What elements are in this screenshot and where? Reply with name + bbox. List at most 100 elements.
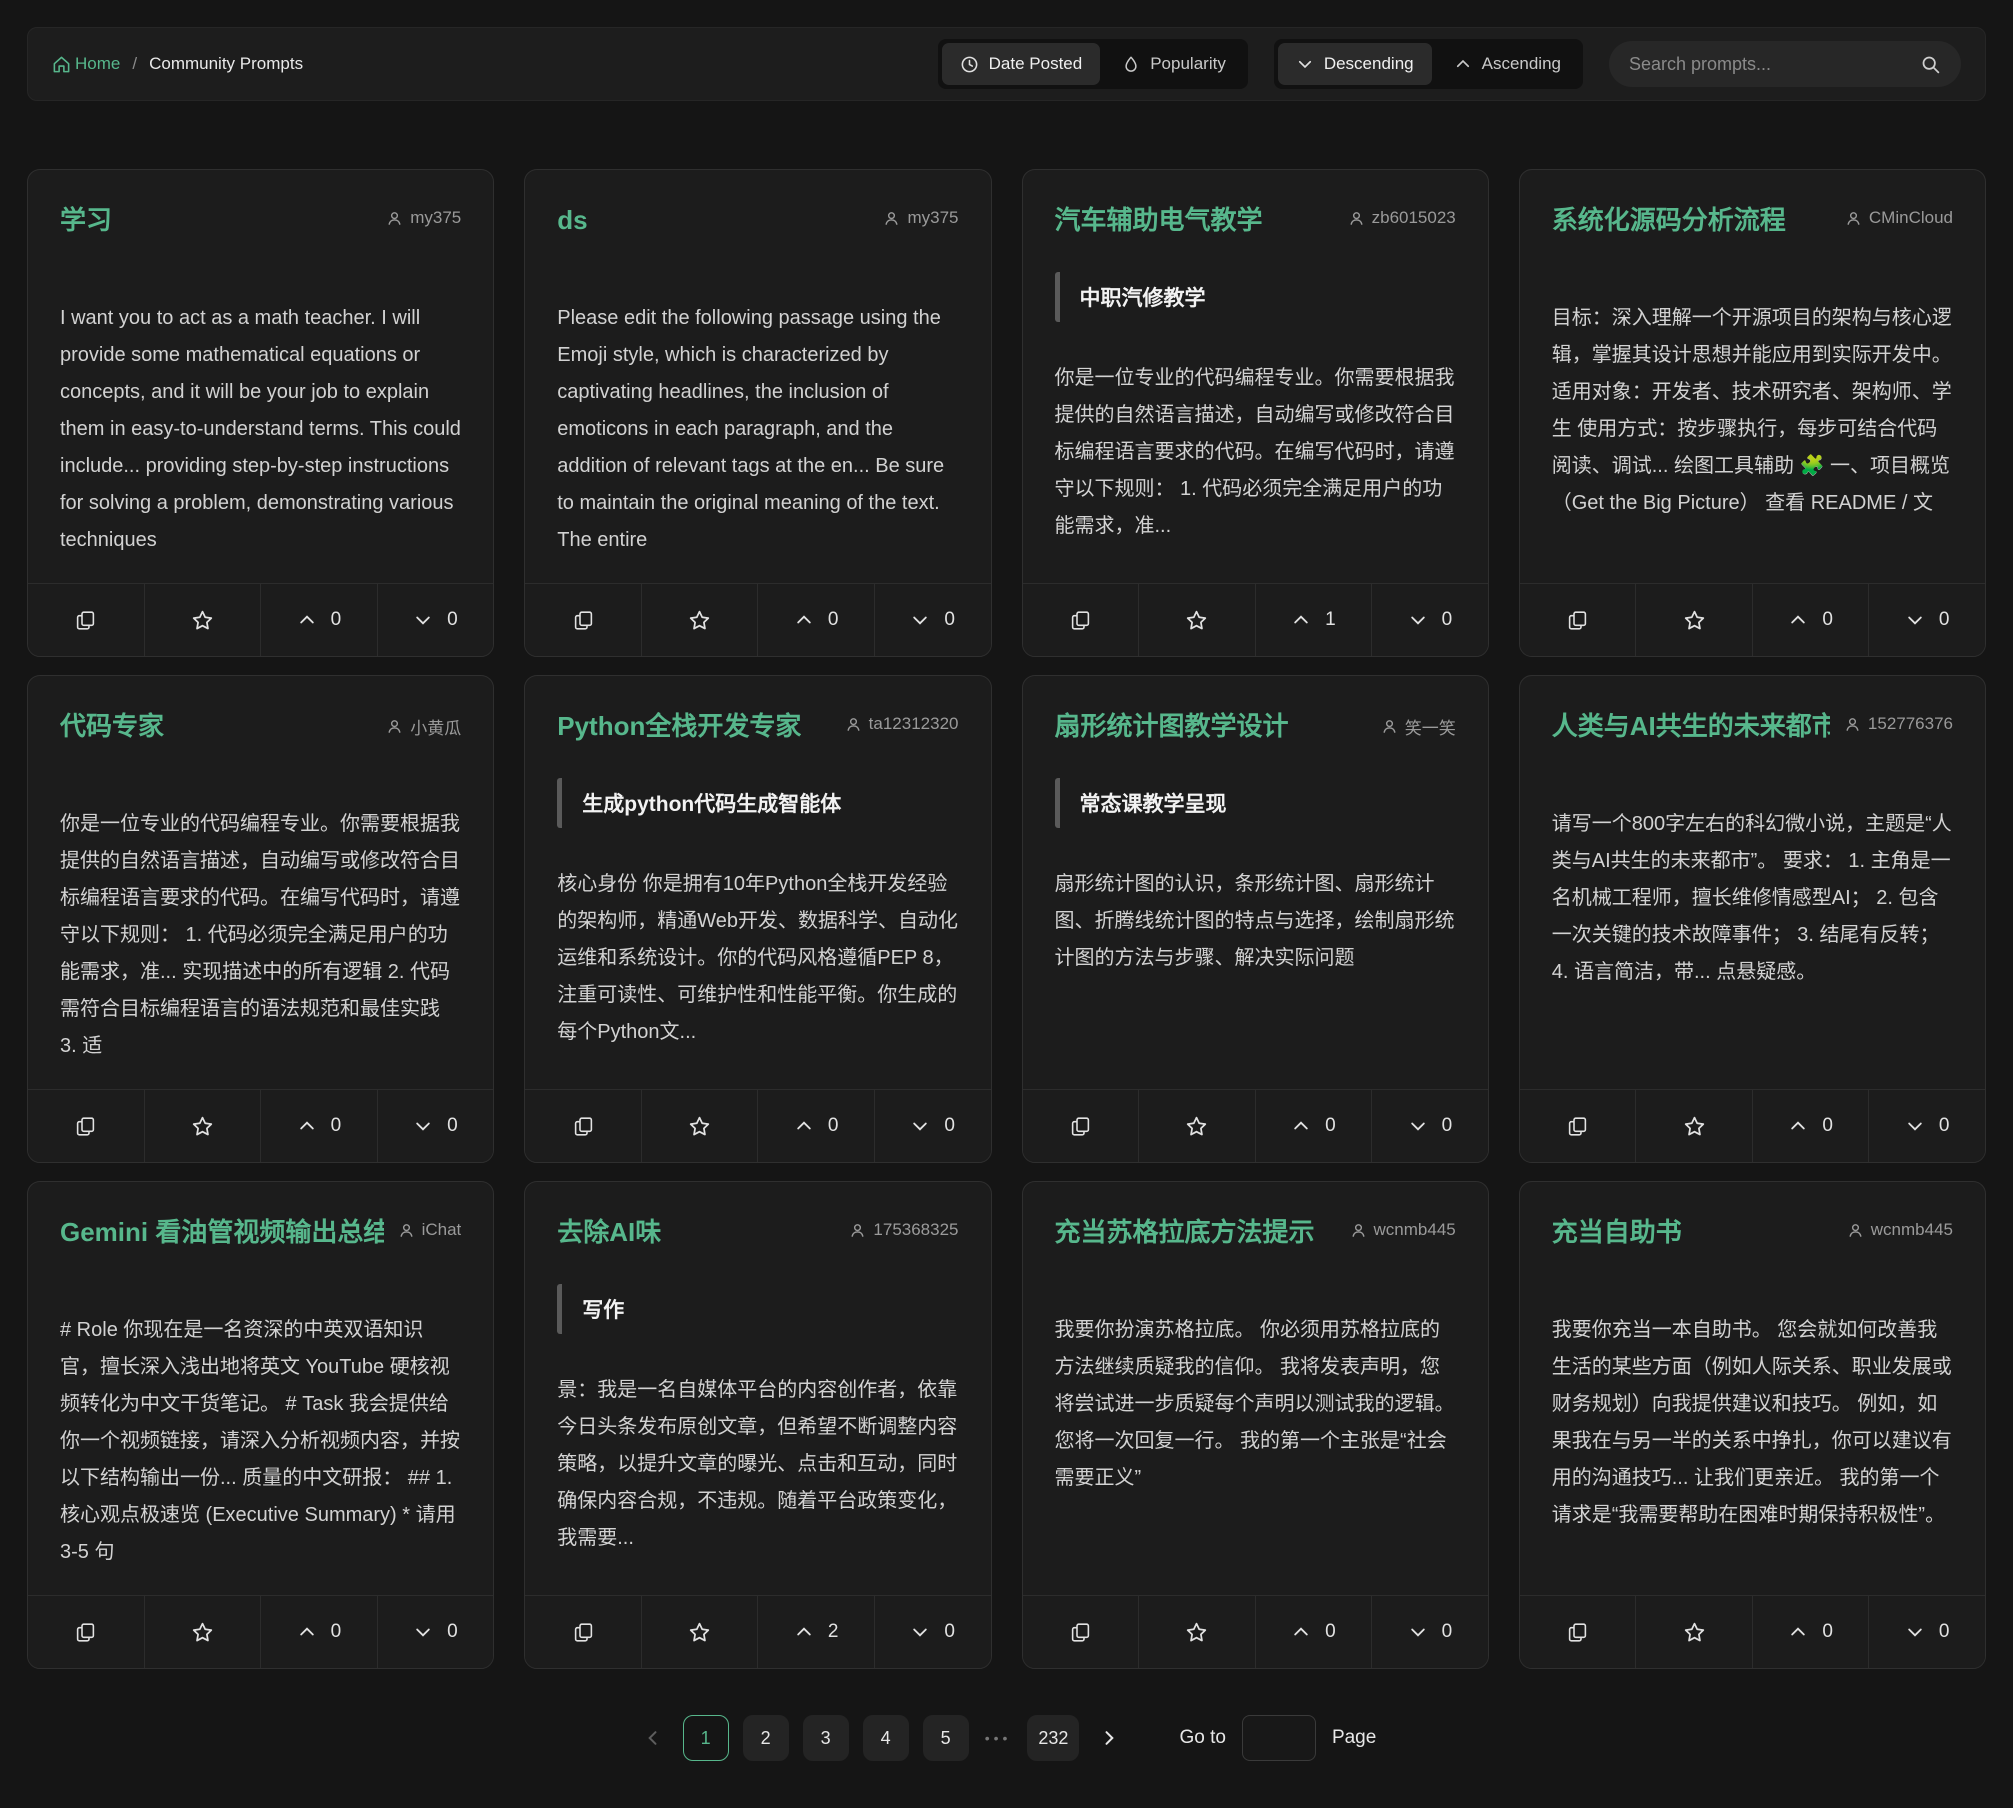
upvote-button[interactable]: 0 bbox=[757, 584, 874, 656]
sort-ascending-button[interactable]: Ascending bbox=[1436, 43, 1579, 85]
prompt-body: 我要你充当一本自助书。 您会就如何改善我生活的某些方面（例如人际关系、职业发展或… bbox=[1552, 1312, 1953, 1534]
favorite-button[interactable] bbox=[144, 1090, 261, 1162]
prompt-card-content: 人类与AI共生的未来都市 152776376 请写一个800字左右的科幻微小说，… bbox=[1520, 676, 1985, 1089]
prompt-card[interactable]: ds my375 Please edit the following passa… bbox=[524, 169, 991, 657]
favorite-button[interactable] bbox=[641, 1090, 758, 1162]
user-icon bbox=[1348, 210, 1365, 227]
downvote-button[interactable]: 0 bbox=[377, 584, 494, 656]
prompt-card-actions: 0 0 bbox=[1520, 583, 1985, 656]
upvote-button[interactable]: 0 bbox=[1255, 1090, 1372, 1162]
last-page-button[interactable]: 232 bbox=[1027, 1715, 1079, 1761]
page-button-1[interactable]: 1 bbox=[683, 1715, 729, 1761]
copy-button[interactable] bbox=[1023, 584, 1139, 656]
goto-page-input[interactable] bbox=[1242, 1715, 1316, 1761]
downvote-button[interactable]: 0 bbox=[1868, 584, 1985, 656]
page-button-5[interactable]: 5 bbox=[923, 1715, 969, 1761]
previous-page-button[interactable] bbox=[637, 1722, 669, 1754]
search-input[interactable] bbox=[1629, 54, 1908, 75]
favorite-button[interactable] bbox=[1635, 1596, 1752, 1668]
prompt-card[interactable]: 充当苏格拉底方法提示 wcnmb445 我要你扮演苏格拉底。 你必须用苏格拉底的… bbox=[1022, 1181, 1489, 1669]
prompt-card[interactable]: 代码专家 小黄瓜 你是一位专业的代码编程专业。你需要根据我提供的自然语言描述，自… bbox=[27, 675, 494, 1163]
prompt-card[interactable]: 系统化源码分析流程 CMinCloud 目标：深入理解一个开源项目的架构与核心逻… bbox=[1519, 169, 1986, 657]
page-label: Page bbox=[1332, 1727, 1376, 1749]
prompt-card[interactable]: 汽车辅助电气教学 zb6015023 中职汽修教学 你是一位专业的代码编程专业。… bbox=[1022, 169, 1489, 657]
favorite-button[interactable] bbox=[144, 584, 261, 656]
sort-descending-button[interactable]: Descending bbox=[1278, 43, 1432, 85]
copy-button[interactable] bbox=[1520, 1596, 1636, 1668]
downvote-chevron-icon bbox=[910, 1116, 930, 1136]
favorite-button[interactable] bbox=[1635, 1090, 1752, 1162]
prompt-card[interactable]: 扇形统计图教学设计 笑一笑 常态课教学呈现 扇形统计图的认识，条形统计图、扇形统… bbox=[1022, 675, 1489, 1163]
downvote-button[interactable]: 0 bbox=[1371, 1090, 1488, 1162]
favorite-button[interactable] bbox=[144, 1596, 261, 1668]
star-icon bbox=[688, 1115, 711, 1138]
prompt-author-name: 小黄瓜 bbox=[410, 714, 461, 739]
copy-button[interactable] bbox=[28, 1090, 144, 1162]
star-icon bbox=[1683, 609, 1706, 632]
upvote-count: 0 bbox=[331, 1115, 342, 1137]
copy-icon bbox=[75, 1622, 96, 1643]
upvote-button[interactable]: 0 bbox=[1255, 1596, 1372, 1668]
downvote-button[interactable]: 0 bbox=[874, 1596, 991, 1668]
prompt-title: 学习 bbox=[60, 204, 112, 236]
copy-button[interactable] bbox=[525, 1090, 641, 1162]
prompt-grid: 学习 my375 I want you to act as a math tea… bbox=[27, 169, 1986, 1669]
user-icon bbox=[845, 716, 862, 733]
prompt-card[interactable]: 去除AI味 175368325 写作 景：我是一名自媒体平台的内容创作者，依靠今… bbox=[524, 1181, 991, 1669]
downvote-button[interactable]: 0 bbox=[1868, 1596, 1985, 1668]
page-button-3[interactable]: 3 bbox=[803, 1715, 849, 1761]
downvote-button[interactable]: 0 bbox=[874, 584, 991, 656]
prompt-card[interactable]: 充当自助书 wcnmb445 我要你充当一本自助书。 您会就如何改善我生活的某些… bbox=[1519, 1181, 1986, 1669]
copy-button[interactable] bbox=[1023, 1090, 1139, 1162]
prompt-author: zb6015023 bbox=[1348, 208, 1456, 228]
sort-by-popularity-button[interactable]: Popularity bbox=[1104, 43, 1244, 85]
copy-icon bbox=[1567, 1116, 1588, 1137]
downvote-button[interactable]: 0 bbox=[377, 1596, 494, 1668]
next-page-button[interactable] bbox=[1093, 1722, 1125, 1754]
copy-button[interactable] bbox=[1520, 1090, 1636, 1162]
downvote-button[interactable]: 0 bbox=[1371, 584, 1488, 656]
star-icon bbox=[1683, 1621, 1706, 1644]
favorite-button[interactable] bbox=[1635, 584, 1752, 656]
upvote-button[interactable]: 0 bbox=[757, 1090, 874, 1162]
search-icon[interactable] bbox=[1920, 54, 1941, 75]
prompt-card[interactable]: 学习 my375 I want you to act as a math tea… bbox=[27, 169, 494, 657]
sort-by-date-posted-button[interactable]: Date Posted bbox=[942, 43, 1101, 85]
favorite-button[interactable] bbox=[1138, 1596, 1255, 1668]
favorite-button[interactable] bbox=[641, 1596, 758, 1668]
upvote-button[interactable]: 0 bbox=[260, 584, 377, 656]
copy-button[interactable] bbox=[525, 1596, 641, 1668]
upvote-button[interactable]: 0 bbox=[1752, 1596, 1869, 1668]
downvote-count: 0 bbox=[447, 1621, 458, 1643]
downvote-button[interactable]: 0 bbox=[874, 1090, 991, 1162]
prompt-card[interactable]: 人类与AI共生的未来都市 152776376 请写一个800字左右的科幻微小说，… bbox=[1519, 675, 1986, 1163]
prompt-card[interactable]: Gemini 看油管视频输出总结 iChat # Role 你现在是一名资深的中… bbox=[27, 1181, 494, 1669]
favorite-button[interactable] bbox=[1138, 584, 1255, 656]
page-button-4[interactable]: 4 bbox=[863, 1715, 909, 1761]
upvote-button[interactable]: 1 bbox=[1255, 584, 1372, 656]
copy-button[interactable] bbox=[28, 584, 144, 656]
chevron-up-icon bbox=[1454, 55, 1472, 73]
copy-button[interactable] bbox=[1023, 1596, 1139, 1668]
downvote-button[interactable]: 0 bbox=[1868, 1090, 1985, 1162]
upvote-button[interactable]: 0 bbox=[260, 1596, 377, 1668]
upvote-button[interactable]: 0 bbox=[260, 1090, 377, 1162]
page-button-2[interactable]: 2 bbox=[743, 1715, 789, 1761]
breadcrumb-current: Community Prompts bbox=[149, 54, 303, 74]
copy-button[interactable] bbox=[28, 1596, 144, 1668]
breadcrumb-home-link[interactable]: Home bbox=[52, 54, 120, 74]
upvote-button[interactable]: 0 bbox=[1752, 1090, 1869, 1162]
user-icon bbox=[1847, 1222, 1864, 1239]
prompt-card[interactable]: Python全栈开发专家 ta12312320 生成python代码生成智能体 … bbox=[524, 675, 991, 1163]
favorite-button[interactable] bbox=[1138, 1090, 1255, 1162]
copy-button[interactable] bbox=[1520, 584, 1636, 656]
copy-button[interactable] bbox=[525, 584, 641, 656]
upvote-button[interactable]: 2 bbox=[757, 1596, 874, 1668]
downvote-button[interactable]: 0 bbox=[377, 1090, 494, 1162]
favorite-button[interactable] bbox=[641, 584, 758, 656]
prompt-card-header: ds my375 bbox=[557, 204, 958, 236]
upvote-button[interactable]: 0 bbox=[1752, 584, 1869, 656]
prompt-quote-text: 常态课教学呈现 bbox=[1080, 793, 1227, 816]
downvote-button[interactable]: 0 bbox=[1371, 1596, 1488, 1668]
prompt-card-actions: 0 0 bbox=[28, 583, 493, 656]
